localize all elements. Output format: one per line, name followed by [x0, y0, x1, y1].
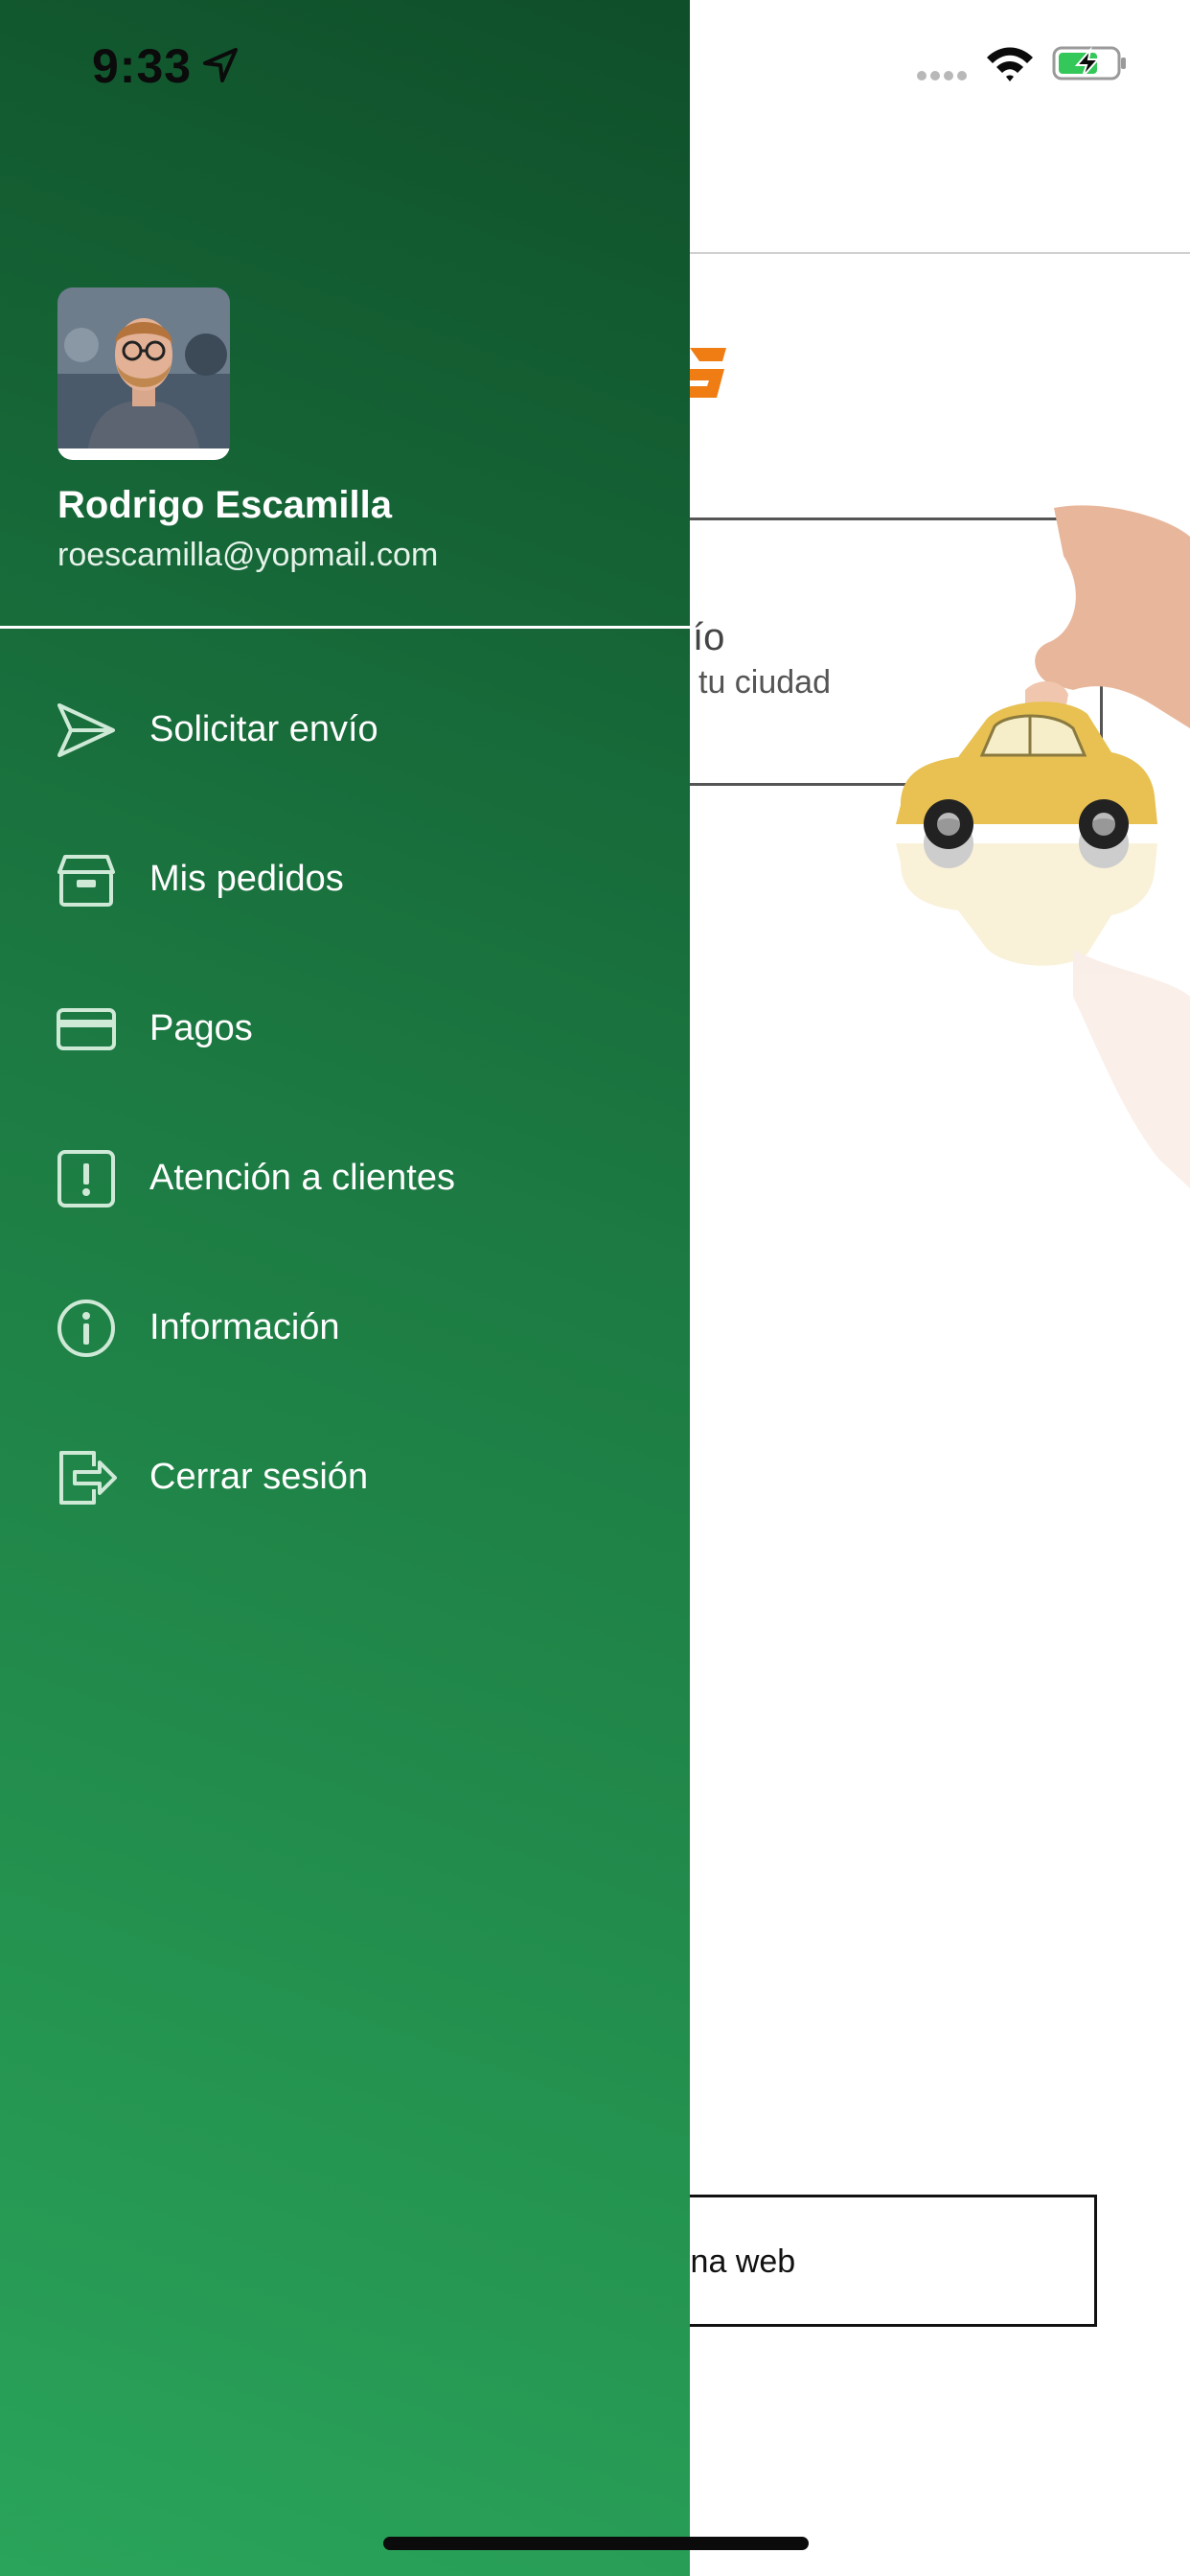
menu-label: Pagos [149, 1008, 253, 1048]
website-button[interactable]: ina web [623, 2195, 1097, 2327]
side-drawer: Rodrigo Escamilla roescamilla@yopmail.co… [0, 0, 690, 2576]
box-icon [57, 855, 115, 907]
info-icon [57, 1300, 115, 1357]
menu-item-solicitar-envio[interactable]: Solicitar envío [0, 671, 690, 786]
send-icon [57, 703, 115, 757]
menu-label: Información [149, 1307, 340, 1347]
card-subtitle: tu ciudad [698, 664, 831, 701]
cellular-signal-icon [917, 71, 967, 80]
menu-item-pagos[interactable]: Pagos [0, 970, 690, 1085]
card-title: ío [693, 616, 725, 658]
menu-label: Cerrar sesión [149, 1457, 369, 1497]
logout-icon [59, 1451, 117, 1505]
menu-item-mis-pedidos[interactable]: Mis pedidos [0, 820, 690, 935]
menu-label: Mis pedidos [149, 859, 344, 899]
status-time: 9:33 [92, 39, 193, 93]
avatar[interactable] [57, 288, 230, 460]
profile-photo-icon [57, 288, 230, 460]
header-divider [689, 252, 1190, 254]
menu-label: Atención a clientes [149, 1158, 455, 1198]
user-name: Rodrigo Escamilla [57, 484, 392, 526]
menu-item-atencion-clientes[interactable]: Atención a clientes [0, 1119, 690, 1234]
card-icon [57, 1008, 116, 1050]
menu-label: Solicitar envío [149, 709, 378, 749]
home-indicator[interactable] [383, 2537, 809, 2550]
location-arrow-icon [203, 48, 238, 82]
user-email: roescamilla@yopmail.com [57, 537, 439, 573]
battery-charging-icon [1052, 46, 1126, 80]
drawer-divider [0, 626, 690, 629]
hand-car-illustration [896, 505, 1190, 1188]
website-button-label: ina web [683, 2243, 796, 2280]
menu-item-cerrar-sesion[interactable]: Cerrar sesión [0, 1418, 690, 1533]
menu-item-informacion[interactable]: Información [0, 1269, 690, 1384]
wifi-icon [987, 47, 1033, 81]
alert-icon [57, 1150, 115, 1208]
